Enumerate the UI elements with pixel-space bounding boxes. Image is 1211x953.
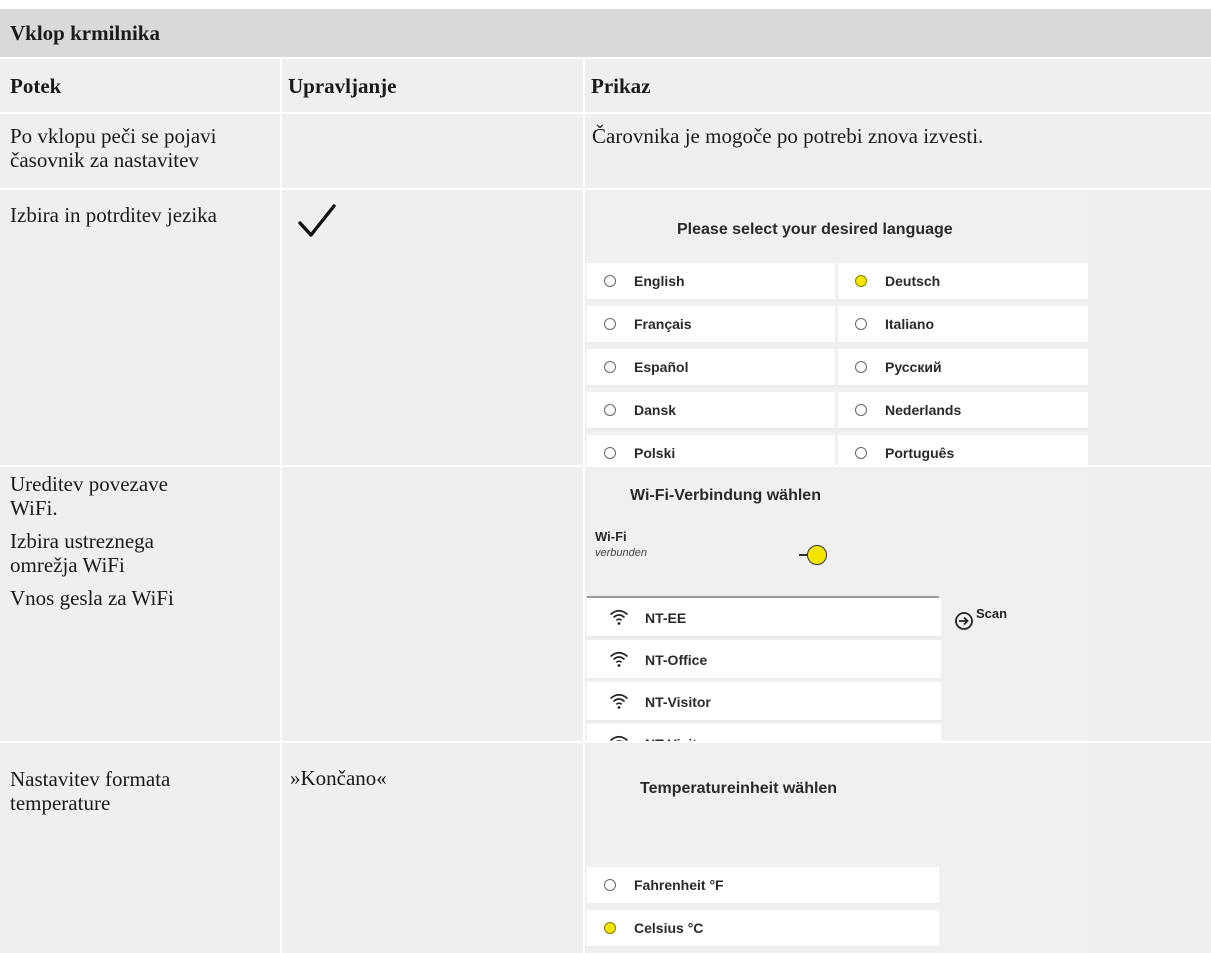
language-option[interactable]: Italiano — [838, 306, 1088, 344]
wifi-signal-icon — [609, 609, 629, 625]
wifi-signal-icon — [609, 735, 629, 741]
table-row: Po vklopu peči se pojavi časovnik za nas… — [0, 114, 1211, 188]
radio-icon — [604, 447, 616, 459]
language-option[interactable]: Русский — [838, 349, 1088, 387]
column-header-potek: Potek — [10, 74, 62, 98]
wifi-network-list: NT-EE NT-Office NT-Visitor NT-Visitor — [587, 598, 941, 741]
language-option-label: Polski — [634, 445, 676, 461]
radio-icon — [855, 275, 867, 287]
row-1-potek: Po vklopu peči se pojavi časovnik za nas… — [10, 124, 217, 172]
column-header-row: Potek Upravljanje Prikaz — [0, 59, 1211, 112]
wifi-toggle[interactable] — [799, 544, 829, 566]
wifi-status: verbunden — [595, 547, 647, 559]
scan-label: Scan — [976, 606, 1008, 621]
radio-icon — [855, 361, 867, 373]
radio-icon — [604, 404, 616, 416]
language-option[interactable]: English — [587, 263, 835, 301]
wifi-network-item[interactable]: NT-EE — [587, 598, 941, 638]
checkmark-icon — [298, 204, 336, 237]
radio-icon — [604, 879, 616, 891]
radio-icon — [855, 318, 867, 330]
language-option-label: Português — [885, 445, 955, 461]
temperature-option-label: Celsius °C — [634, 920, 704, 936]
radio-icon — [604, 275, 616, 287]
language-option-label: Dansk — [634, 402, 677, 418]
language-option-label: Français — [634, 316, 692, 332]
wifi-network-name: NT-Visitor — [645, 694, 711, 710]
language-option[interactable]: Polski — [587, 435, 835, 465]
language-option-label: Deutsch — [885, 273, 941, 289]
row-4-potek: Nastavitev formata temperature — [10, 767, 171, 815]
language-option-label: Español — [634, 359, 689, 375]
language-option-label: Nederlands — [885, 402, 962, 418]
wifi-signal-icon — [609, 651, 629, 667]
wifi-screen: Wi-Fi-Verbindung wählen Wi-Fi verbunden … — [585, 467, 1090, 741]
wifi-network-name: NT-Visitor — [645, 736, 711, 741]
language-screen: Please select your desired language Engl… — [585, 190, 1090, 465]
wifi-network-name: NT-Office — [645, 652, 708, 668]
table-row: Izbira in potrditev jezika Please select… — [0, 190, 1211, 465]
row-4-upravljanje: »Končano« — [290, 766, 387, 790]
wifi-signal-icon — [609, 693, 629, 709]
language-option[interactable]: Nederlands — [838, 392, 1088, 430]
language-option-label: English — [634, 273, 685, 289]
wifi-screen-title: Wi-Fi-Verbindung wählen — [630, 487, 821, 504]
table-row: Ureditev povezave WiFi. Izbira ustrezneg… — [0, 467, 1211, 741]
language-option[interactable]: Deutsch — [838, 263, 1088, 301]
column-header-prikaz: Prikaz — [591, 74, 651, 98]
radio-icon — [855, 447, 867, 459]
language-option-label: Italiano — [885, 316, 935, 332]
wifi-network-name: NT-EE — [645, 610, 687, 626]
table-row: Nastavitev formata temperature »Končano«… — [0, 743, 1211, 953]
language-option[interactable]: Français — [587, 306, 835, 344]
temperature-option[interactable]: Celsius °C — [587, 910, 939, 948]
radio-icon — [604, 922, 616, 934]
language-option-label: Русский — [885, 359, 942, 375]
wifi-network-item[interactable]: NT-Office — [587, 640, 941, 680]
temperature-option[interactable]: Fahrenheit °F — [587, 867, 939, 905]
column-header-upravljanje: Upravljanje — [288, 74, 397, 98]
language-option[interactable]: Português — [838, 435, 1088, 465]
section-title: Vklop krmilnika — [0, 9, 1211, 57]
row-2-potek: Izbira in potrditev jezika — [10, 203, 217, 227]
wifi-label: Wi-Fi — [595, 529, 627, 544]
scan-icon — [955, 612, 973, 630]
temperature-screen: Temperatureinheit wählen Fahrenheit °F Ce… — [585, 743, 1090, 953]
temperature-option-label: Fahrenheit °F — [634, 877, 724, 893]
radio-icon — [855, 404, 867, 416]
language-option[interactable]: Español — [587, 349, 835, 387]
row-1-prikaz-text: Čarovnika je mogoče po potrebi znova izv… — [592, 124, 984, 148]
radio-icon — [604, 318, 616, 330]
language-option[interactable]: Dansk — [587, 392, 835, 430]
wifi-network-item[interactable]: NT-Visitor — [587, 682, 941, 722]
wifi-network-item[interactable]: NT-Visitor — [587, 724, 941, 741]
radio-icon — [604, 361, 616, 373]
row-3-potek: Ureditev povezave WiFi. Izbira ustrezneg… — [10, 472, 174, 610]
